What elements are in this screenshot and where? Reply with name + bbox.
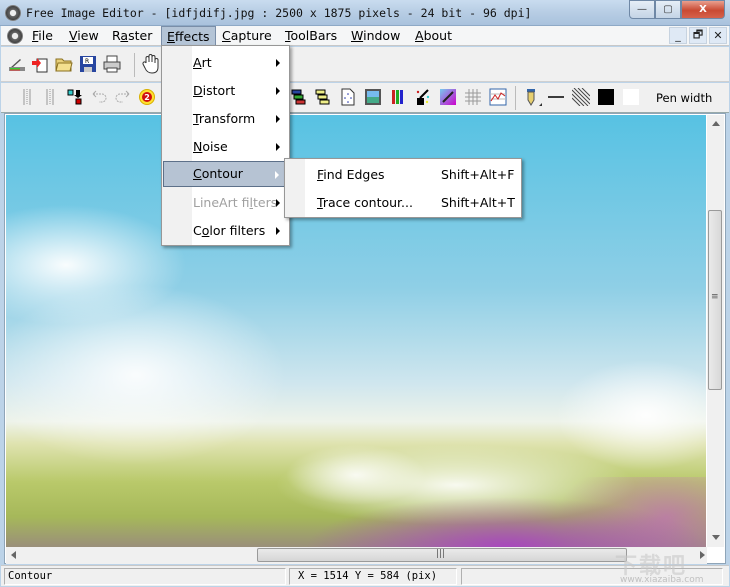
window-title: Free Image Editor - [idfjdifj.jpg : 2500… xyxy=(26,6,532,20)
menu-item-transform[interactable]: Transform xyxy=(164,106,288,132)
select-page-icon[interactable] xyxy=(339,88,357,106)
maximize-button[interactable]: ▢ xyxy=(655,0,681,19)
submenu-arrow-icon xyxy=(276,87,280,95)
import-icon[interactable] xyxy=(31,55,49,73)
grip-icon[interactable] xyxy=(18,88,36,106)
menu-effects[interactable]: Effects xyxy=(161,26,216,46)
document-gear-icon[interactable] xyxy=(7,28,23,44)
effects-menu: Art Distort Transform Noise Contour Line… xyxy=(161,45,290,246)
menu-item-trace-contour[interactable]: Trace contour... Shift+Alt+T xyxy=(287,190,519,216)
scroll-up-arrow-icon[interactable] xyxy=(712,121,720,126)
undo-icon[interactable] xyxy=(90,88,108,106)
scroll-right-arrow-icon[interactable] xyxy=(700,551,705,559)
line-style-icon[interactable] xyxy=(547,88,565,106)
app-gear-icon[interactable] xyxy=(5,5,21,21)
background-color-swatch[interactable] xyxy=(623,89,639,105)
save-icon[interactable]: R xyxy=(79,55,97,73)
grip-icon: ≡ xyxy=(711,292,719,302)
grip-icon[interactable] xyxy=(41,88,59,106)
scanner-icon[interactable] xyxy=(8,55,26,73)
image-frame-icon[interactable] xyxy=(364,88,382,106)
cursor-coordinates: X = 1514 Y = 584 (pix) xyxy=(289,568,457,585)
menu-capture[interactable]: Capture xyxy=(217,26,277,46)
menu-about[interactable]: About xyxy=(410,26,457,46)
svg-text:2: 2 xyxy=(144,93,150,102)
main-toolbar: R 50% 0% xyxy=(1,47,729,121)
menu-item-noise[interactable]: Noise xyxy=(164,134,288,160)
grip-icon: ||| xyxy=(436,549,446,559)
menu-toolbars[interactable]: ToolBars xyxy=(280,26,342,46)
watermark-url: www.xiazaiba.com xyxy=(620,575,704,585)
pen-width-label: Pen width xyxy=(656,91,713,105)
pen-tool-icon[interactable] xyxy=(523,88,543,108)
open-folder-icon[interactable] xyxy=(55,55,73,73)
menu-item-find-edges[interactable]: Find Edges Shift+Alt+F xyxy=(287,162,519,188)
menu-item-color-filters[interactable]: Color filters xyxy=(164,218,288,244)
layers-stack-icon[interactable] xyxy=(314,88,332,106)
submenu-arrow-icon xyxy=(275,171,279,179)
submenu-arrow-icon xyxy=(276,199,280,207)
scroll-left-arrow-icon[interactable] xyxy=(11,551,16,559)
shortcut-label: Shift+Alt+T xyxy=(441,195,515,210)
hand-pan-icon[interactable] xyxy=(142,53,162,75)
menu-item-distort[interactable]: Distort xyxy=(164,78,288,104)
mdi-close-button[interactable]: ✕ xyxy=(709,27,727,44)
menu-item-contour[interactable]: Contour xyxy=(163,161,288,187)
submenu-arrow-icon xyxy=(276,143,280,151)
toolbar-separator xyxy=(134,53,135,77)
menu-raster[interactable]: Raster xyxy=(107,26,157,46)
svg-text:R: R xyxy=(85,58,89,65)
layers-icon[interactable] xyxy=(290,88,308,106)
submenu-arrow-icon xyxy=(276,59,280,67)
redo-icon[interactable] xyxy=(114,88,132,106)
mdi-minimize-button[interactable]: _ xyxy=(669,27,687,44)
gradient-icon[interactable] xyxy=(439,88,457,106)
grid-icon[interactable] xyxy=(464,88,482,106)
swap-colors-icon[interactable] xyxy=(66,88,84,106)
color-channels-icon[interactable] xyxy=(389,88,407,106)
status-message: Contour xyxy=(4,568,286,585)
close-button[interactable]: X xyxy=(681,0,725,19)
menu-window[interactable]: Window xyxy=(346,26,405,46)
print-icon[interactable] xyxy=(103,55,121,73)
minimize-button[interactable]: — xyxy=(629,0,655,19)
submenu-arrow-icon xyxy=(276,227,280,235)
menu-item-lineart-filters[interactable]: LineArt filters xyxy=(164,190,288,216)
menu-view[interactable]: View xyxy=(64,26,104,46)
redo-count-icon[interactable]: 2 xyxy=(138,88,156,106)
image-content xyxy=(246,477,706,547)
hatch-pattern-icon[interactable] xyxy=(572,88,590,106)
magic-wand-icon[interactable] xyxy=(414,88,432,106)
scroll-down-arrow-icon[interactable] xyxy=(712,535,720,540)
contour-submenu: Find Edges Shift+Alt+F Trace contour... Sh… xyxy=(284,158,522,218)
submenu-arrow-icon xyxy=(276,115,280,123)
toolbar-separator xyxy=(515,86,516,110)
menu-file[interactable]: File xyxy=(27,26,58,46)
menu-item-art[interactable]: Art xyxy=(164,50,288,76)
drawing-toolbar: 2 Pen width xyxy=(1,83,729,113)
mdi-restore-button[interactable]: 🗗 xyxy=(689,27,707,44)
menu-bar: File View Raster Effects Capture ToolBar… xyxy=(1,26,729,46)
title-bar: Free Image Editor - [idfjdifj.jpg : 2500… xyxy=(0,0,730,26)
shortcut-label: Shift+Alt+F xyxy=(441,167,515,182)
chart-icon[interactable] xyxy=(489,88,507,106)
foreground-color-swatch[interactable] xyxy=(598,89,614,105)
